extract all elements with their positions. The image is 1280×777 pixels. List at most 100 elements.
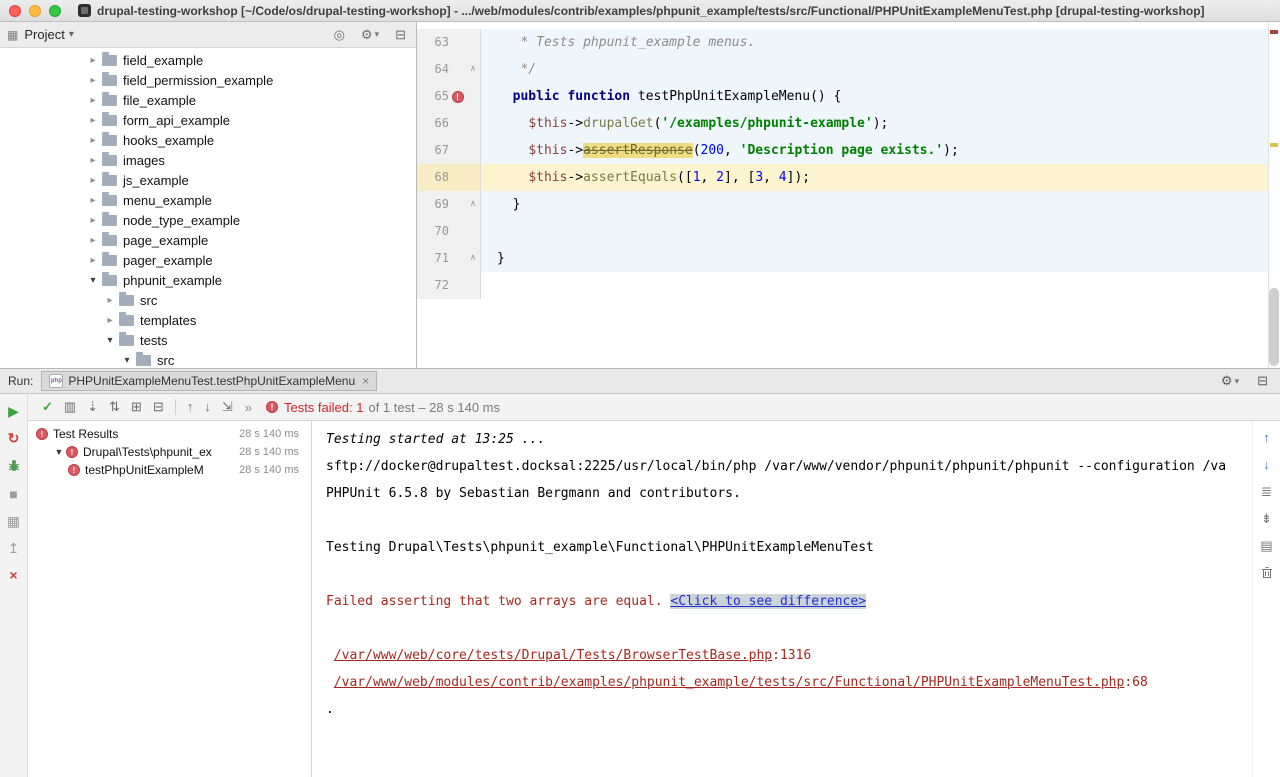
locate-file-icon[interactable]: ◎ bbox=[334, 27, 345, 43]
chevron-right-icon[interactable]: ▸ bbox=[86, 95, 100, 106]
project-tree-item[interactable]: ▸pager_example bbox=[0, 250, 416, 270]
chevron-right-icon[interactable]: ▸ bbox=[86, 55, 100, 66]
code-line[interactable]: 70 bbox=[417, 218, 1280, 245]
gutter: 65! bbox=[417, 83, 481, 110]
console-line: . bbox=[326, 696, 1252, 723]
project-tree-item[interactable]: ▸field_example bbox=[0, 50, 416, 70]
debug-bug-icon[interactable] bbox=[7, 458, 21, 474]
minimize-window-button[interactable] bbox=[29, 5, 41, 17]
project-tree-item[interactable]: ▸form_api_example bbox=[0, 110, 416, 130]
collapse-all-icon[interactable]: ⊟ bbox=[153, 400, 164, 414]
show-passed-icon[interactable]: ✓ bbox=[42, 400, 53, 414]
scroll-to-end-icon[interactable]: ⇟ bbox=[1261, 512, 1272, 526]
error-stripe-mark[interactable] bbox=[1270, 30, 1278, 34]
file-link[interactable]: /var/www/web/modules/contrib/examples/ph… bbox=[334, 675, 1125, 690]
project-tree-item[interactable]: ▾src bbox=[0, 350, 416, 368]
close-window-button[interactable] bbox=[9, 5, 21, 17]
print-icon[interactable]: ▤ bbox=[1260, 539, 1272, 553]
code-line[interactable]: 65! public function testPhpUnitExampleMe… bbox=[417, 83, 1280, 110]
project-tree-item[interactable]: ▸node_type_example bbox=[0, 210, 416, 230]
show-console-icon[interactable]: ▥ bbox=[64, 400, 76, 414]
run-tab[interactable]: php PHPUnitExampleMenuTest.testPhpUnitEx… bbox=[41, 371, 377, 391]
chevron-right-icon[interactable]: ▸ bbox=[86, 255, 100, 266]
project-panel-title[interactable]: Project bbox=[24, 27, 64, 42]
up-stacktrace-icon[interactable]: ↑ bbox=[1263, 431, 1270, 445]
sort-by-duration-icon[interactable]: ⇣ bbox=[87, 400, 98, 414]
hide-panel-icon[interactable]: ⊟ bbox=[395, 27, 406, 43]
chevron-right-icon[interactable]: ▸ bbox=[103, 295, 117, 306]
file-link[interactable]: /var/www/web/core/tests/Drupal/Tests/Bro… bbox=[334, 648, 772, 663]
run-settings-gear-icon[interactable]: ⚙▾ bbox=[1221, 373, 1239, 389]
export-test-results-icon[interactable]: ⇲ bbox=[222, 400, 233, 414]
next-failed-test-icon[interactable]: ↓ bbox=[204, 400, 211, 414]
restore-layout-icon[interactable]: ▦ bbox=[7, 514, 20, 528]
fold-icon[interactable]: ∧ bbox=[466, 245, 480, 272]
project-tree-item[interactable]: ▸js_example bbox=[0, 170, 416, 190]
view-difference-link[interactable]: <Click to see difference> bbox=[670, 594, 866, 609]
rerun-failed-tests-icon[interactable]: ↻ bbox=[8, 431, 20, 445]
test-console[interactable]: Testing started at 13:25 ...sftp://docke… bbox=[312, 421, 1252, 777]
project-tree-item[interactable]: ▸file_example bbox=[0, 90, 416, 110]
code-line[interactable]: 68 $this->assertEquals([1, 2], [3, 4]); bbox=[417, 164, 1280, 191]
code-line[interactable]: 67 $this->assertResponse(200, 'Descripti… bbox=[417, 137, 1280, 164]
chevron-down-icon[interactable]: ▾ bbox=[69, 29, 74, 40]
project-tree-item[interactable]: ▸images bbox=[0, 150, 416, 170]
code-line[interactable]: 69∧ } bbox=[417, 191, 1280, 218]
chevron-right-icon[interactable]: ▸ bbox=[86, 175, 100, 186]
chevron-down-icon[interactable]: ▾ bbox=[120, 355, 134, 366]
test-tree-row[interactable]: ▼!Drupal\Tests\phpunit_ex28 s 140 ms bbox=[28, 443, 311, 461]
show-ignored-icon[interactable]: ↥ bbox=[8, 541, 20, 555]
previous-failed-test-icon[interactable]: ↑ bbox=[187, 400, 194, 414]
rerun-icon[interactable]: ▶ bbox=[8, 404, 19, 418]
code-line[interactable]: 63 * Tests phpunit_example menus. bbox=[417, 29, 1280, 56]
project-tree-item[interactable]: ▸field_permission_example bbox=[0, 70, 416, 90]
clear-console-icon[interactable] bbox=[1261, 566, 1273, 582]
zoom-window-button[interactable] bbox=[49, 5, 61, 17]
expand-all-icon[interactable]: ⊞ bbox=[131, 400, 142, 414]
project-tree-item[interactable]: ▸page_example bbox=[0, 230, 416, 250]
code-line[interactable]: 66 $this->drupalGet('/examples/phpunit-e… bbox=[417, 110, 1280, 137]
chevron-right-icon[interactable]: ▸ bbox=[86, 115, 100, 126]
project-tree-item[interactable]: ▸src bbox=[0, 290, 416, 310]
window-title: drupal-testing-workshop [~/Code/os/drupa… bbox=[97, 4, 1205, 18]
fold-icon[interactable]: ∧ bbox=[466, 191, 480, 218]
editor[interactable]: 63 * Tests phpunit_example menus.64∧ */6… bbox=[417, 22, 1280, 368]
project-tree-item[interactable]: ▸hooks_example bbox=[0, 130, 416, 150]
project-tree-item[interactable]: ▸menu_example bbox=[0, 190, 416, 210]
test-tree-row[interactable]: !Test Results28 s 140 ms bbox=[28, 425, 311, 443]
chevron-right-icon[interactable]: ▸ bbox=[86, 155, 100, 166]
soft-wrap-icon[interactable]: ≣ bbox=[1261, 485, 1272, 499]
editor-scrollbar-thumb[interactable] bbox=[1269, 288, 1279, 366]
code-line[interactable]: 72 bbox=[417, 272, 1280, 299]
error-stripe[interactable] bbox=[1268, 22, 1280, 368]
sort-alphabetically-icon[interactable]: ⇅ bbox=[109, 400, 120, 414]
fold-icon[interactable]: ∧ bbox=[466, 56, 480, 83]
chevron-right-icon[interactable]: ▸ bbox=[103, 315, 117, 326]
test-failed-gutter-icon[interactable]: ! bbox=[452, 91, 464, 103]
close-tab-icon[interactable]: × bbox=[362, 374, 369, 388]
chevron-right-icon[interactable]: ▸ bbox=[86, 235, 100, 246]
code-line[interactable]: 71∧} bbox=[417, 245, 1280, 272]
chevron-right-icon[interactable]: ▸ bbox=[86, 215, 100, 226]
down-stacktrace-icon[interactable]: ↓ bbox=[1263, 458, 1270, 472]
test-tree-row[interactable]: !testPhpUnitExampleM28 s 140 ms bbox=[28, 461, 311, 479]
code-line[interactable]: 64∧ */ bbox=[417, 56, 1280, 83]
project-tree-item[interactable]: ▾phpunit_example bbox=[0, 270, 416, 290]
chevron-down-icon[interactable]: ▾ bbox=[103, 335, 117, 346]
project-tree-item[interactable]: ▾tests bbox=[0, 330, 416, 350]
chevron-down-icon[interactable]: ▼ bbox=[52, 447, 66, 457]
code-token: 200 bbox=[701, 143, 724, 158]
more-actions-icon[interactable]: » bbox=[245, 400, 252, 415]
chevron-down-icon[interactable]: ▾ bbox=[86, 275, 100, 286]
hide-run-panel-icon[interactable]: ⊟ bbox=[1257, 373, 1268, 389]
chevron-right-icon[interactable]: ▸ bbox=[86, 135, 100, 146]
close-run-icon[interactable]: × bbox=[9, 568, 17, 582]
code-text: * Tests phpunit_example menus. bbox=[481, 29, 755, 56]
project-tree-item[interactable]: ▸templates bbox=[0, 310, 416, 330]
chevron-right-icon[interactable]: ▸ bbox=[86, 195, 100, 206]
chevron-right-icon[interactable]: ▸ bbox=[86, 75, 100, 86]
project-settings-icon[interactable]: ⚙▾ bbox=[361, 27, 379, 43]
warning-stripe-mark[interactable] bbox=[1270, 143, 1278, 147]
stop-icon[interactable]: ■ bbox=[9, 487, 17, 501]
test-failed-icon: ! bbox=[68, 464, 80, 476]
